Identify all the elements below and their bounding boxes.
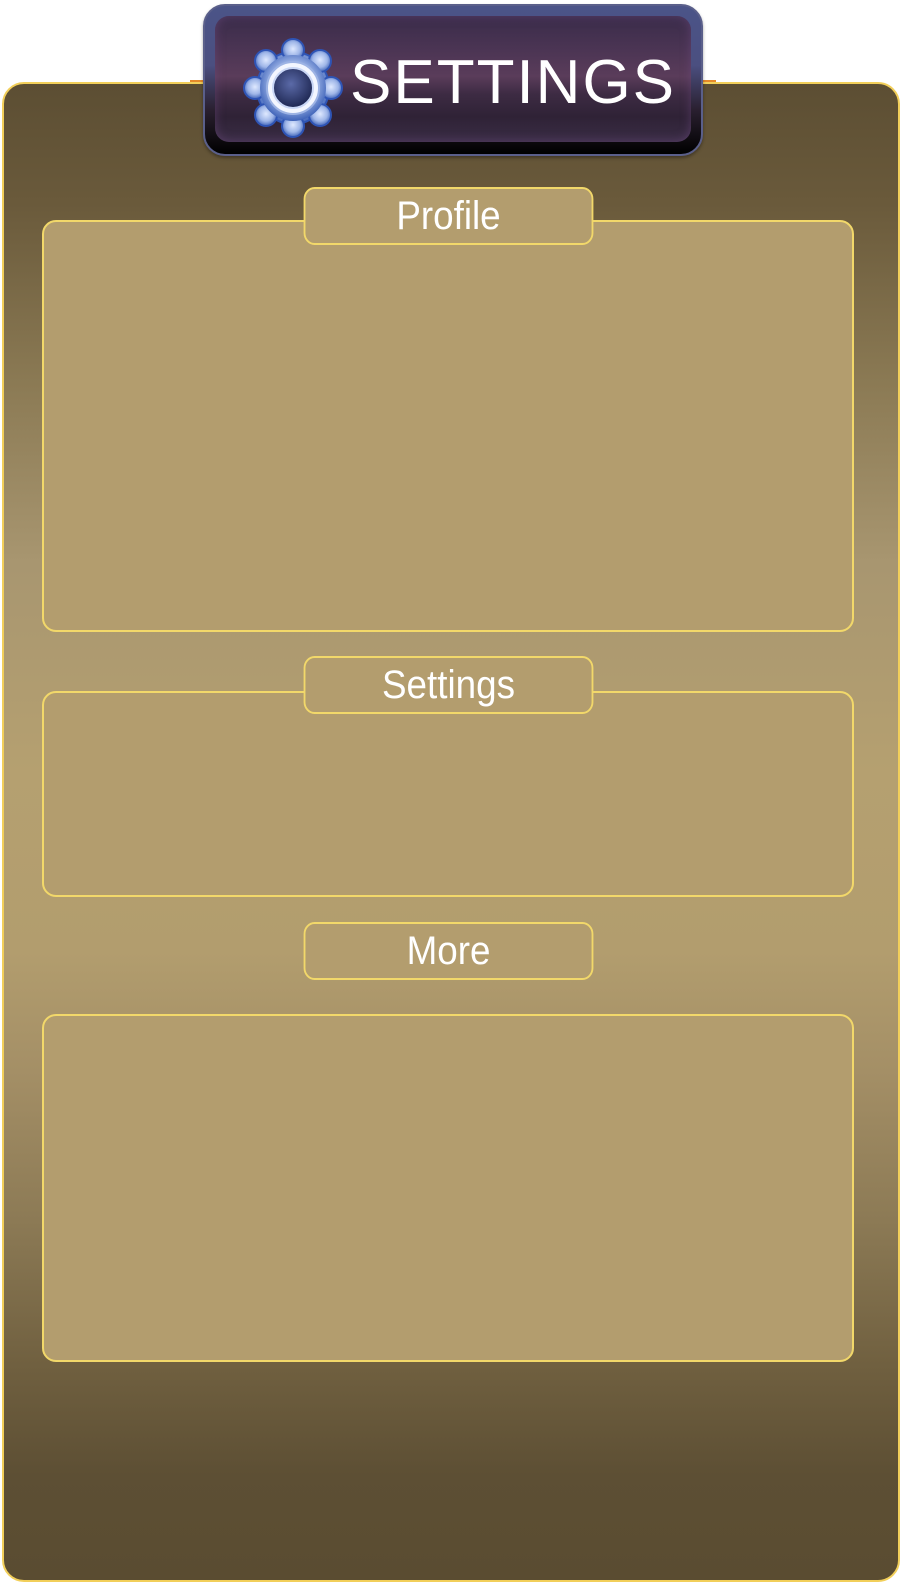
page-title: SETTINGS [350,48,677,117]
header-inner: SETTINGS [215,16,691,142]
profile-section-panel [42,220,854,632]
header-plaque: SETTINGS [203,4,703,156]
settings-screen: SETTINGS Profile Settings More [0,0,906,1587]
gear-icon [243,38,343,138]
settings-section-panel [42,691,854,897]
header-accent-right [702,80,716,82]
settings-section-tab[interactable]: Settings [303,656,594,714]
more-section-panel [42,1014,854,1362]
more-section-tab[interactable]: More [303,922,594,980]
header-accent-left [190,80,204,82]
profile-section-tab[interactable]: Profile [303,187,594,245]
